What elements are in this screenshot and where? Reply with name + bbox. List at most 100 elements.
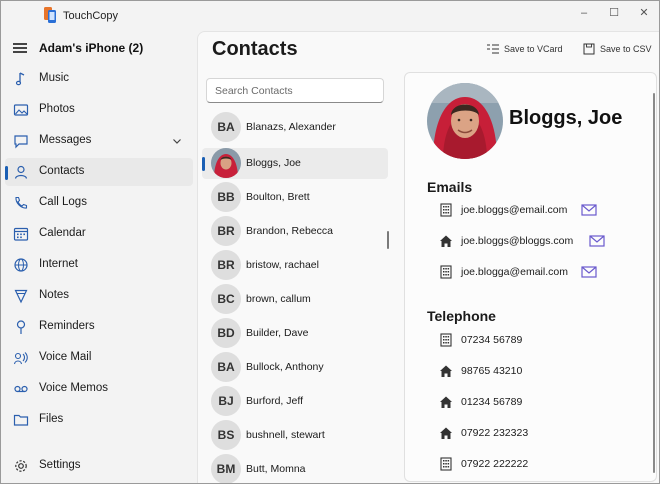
avatar: BA (211, 352, 241, 382)
sidebar-item-messages[interactable]: Messages (5, 127, 193, 155)
contact-name: Bloggs, Joe (246, 157, 301, 169)
sidebar-item-files[interactable]: Files (5, 406, 193, 434)
sidebar-item-label: Settings (39, 459, 81, 471)
list-item[interactable]: BD Builder, Dave (202, 318, 388, 349)
phone-row[interactable]: 07922 232323 (439, 424, 649, 444)
save-to-csv-button[interactable]: Save to CSV (582, 42, 657, 58)
email-row[interactable]: joe.bloggs@bloggs.com (439, 232, 649, 252)
mail-icon[interactable] (581, 204, 597, 216)
person-icon (14, 165, 28, 179)
message-bubble-icon (14, 135, 28, 149)
contact-name: Butt, Momna (246, 463, 306, 475)
sidebar-item-settings[interactable]: Settings (5, 452, 193, 480)
sidebar-item-label: Calendar (39, 227, 86, 239)
list-item[interactable]: BA Blanazs, Alexander (202, 112, 388, 143)
sidebar-item-internet[interactable]: Internet (5, 251, 193, 279)
phone-value: 98765 43210 (461, 365, 523, 377)
contact-list-scrollbar[interactable] (387, 231, 389, 249)
sidebar-item-label: Internet (39, 258, 78, 270)
telephone-section-title: Telephone (427, 308, 496, 324)
list-item[interactable]: BR bristow, rachael (202, 250, 388, 281)
contact-name: Burford, Jeff (246, 395, 304, 407)
sidebar-item-label: Notes (39, 289, 70, 301)
phone-row[interactable]: 07234 56789 (439, 331, 649, 351)
email-row[interactable]: joe.blogga@email.com (439, 263, 649, 283)
photo-icon (13, 104, 29, 116)
sidebar: Adam's iPhone (2) Music Photos Messages … (1, 31, 197, 483)
phone-row[interactable]: 98765 43210 (439, 362, 649, 382)
avatar: BC (211, 284, 241, 314)
phone-value: 07922 222222 (461, 458, 529, 470)
list-item[interactable]: BJ Burford, Jeff (202, 386, 388, 417)
email-value: joe.bloggs@bloggs.com (461, 235, 574, 247)
minimize-button[interactable]: – (567, 5, 601, 21)
phone-row[interactable]: 01234 56789 (439, 393, 649, 413)
contact-name: brown, callum (246, 293, 311, 305)
phone-row[interactable]: 07922 222222 (439, 455, 649, 475)
avatar: BA (211, 112, 241, 142)
sidebar-item-voice-memos[interactable]: Voice Memos (5, 375, 193, 403)
app-window: TouchCopy – ☐ ✕ Adam's iPhone (2) Music … (0, 0, 660, 484)
detail-scrollbar[interactable] (653, 93, 655, 473)
chevron-down-icon[interactable] (171, 135, 183, 147)
sidebar-item-call-logs[interactable]: Call Logs (5, 189, 193, 217)
contact-name: Boulton, Brett (246, 191, 310, 203)
avatar: BB (211, 182, 241, 212)
contact-list: BA Blanazs, Alexander Bloggs, Joe BB Bou… (198, 108, 394, 483)
contact-photo (427, 83, 503, 159)
phone-value: 07234 56789 (461, 334, 523, 346)
list-item[interactable]: BS bushnell, stewart (202, 420, 388, 451)
avatar: BD (211, 318, 241, 348)
email-row[interactable]: joe.bloggs@email.com (439, 201, 649, 221)
list-item[interactable]: BM Butt, Momna (202, 454, 388, 483)
save-to-vcard-button[interactable]: Save to VCard (486, 42, 566, 58)
contact-name: Bullock, Anthony (246, 361, 324, 373)
sidebar-item-calendar[interactable]: Calendar (5, 220, 193, 248)
list-item[interactable]: BR Brandon, Rebecca (202, 216, 388, 247)
avatar: BR (211, 250, 241, 280)
sidebar-item-voice-mail[interactable]: Voice Mail (5, 344, 193, 372)
sidebar-item-label: Call Logs (39, 196, 87, 208)
sidebar-item-photos[interactable]: Photos (5, 96, 193, 124)
avatar (211, 148, 241, 178)
phone-value: 07922 232323 (461, 427, 529, 439)
main-content: Contacts Save to VCard Save to CSV BA Bl… (197, 31, 659, 483)
contact-photo-icon (427, 83, 503, 159)
save-to-vcard-label: Save to VCard (504, 44, 563, 54)
contact-name: Builder, Dave (246, 327, 309, 339)
app-title: TouchCopy (63, 10, 119, 22)
contact-name: bristow, rachael (246, 259, 319, 271)
office-building-icon (440, 457, 452, 471)
sidebar-item-music[interactable]: Music (5, 65, 193, 93)
office-building-icon (440, 203, 452, 217)
mail-icon[interactable] (581, 266, 597, 278)
avatar: BS (211, 420, 241, 450)
pin-icon (16, 320, 26, 334)
sidebar-item-notes[interactable]: Notes (5, 282, 193, 310)
list-item[interactable]: BA Bullock, Anthony (202, 352, 388, 383)
sidebar-item-label: Photos (39, 103, 75, 115)
maximize-button[interactable]: ☐ (597, 5, 631, 21)
sidebar-item-contacts[interactable]: Contacts (5, 158, 193, 186)
save-icon (583, 43, 595, 55)
avatar: BJ (211, 386, 241, 416)
office-building-icon (440, 265, 452, 279)
list-item[interactable]: Bloggs, Joe (202, 148, 388, 179)
search-input[interactable] (206, 78, 384, 103)
sidebar-item-label: Messages (39, 134, 92, 146)
office-building-icon (440, 333, 452, 347)
list-item[interactable]: BC brown, callum (202, 284, 388, 315)
mail-icon[interactable] (589, 235, 605, 247)
globe-icon (14, 258, 28, 272)
save-to-csv-label: Save to CSV (600, 44, 652, 54)
vcard-icon (487, 44, 499, 54)
sidebar-item-label: Files (39, 413, 64, 425)
contact-detail-name: Bloggs, Joe (509, 107, 623, 129)
hamburger-menu-icon[interactable] (13, 43, 27, 53)
contact-name: bushnell, stewart (246, 429, 325, 441)
sidebar-item-label: Voice Memos (39, 382, 109, 394)
emails-section-title: Emails (427, 179, 473, 195)
sidebar-item-reminders[interactable]: Reminders (5, 313, 193, 341)
close-button[interactable]: ✕ (627, 5, 659, 21)
list-item[interactable]: BB Boulton, Brett (202, 182, 388, 213)
